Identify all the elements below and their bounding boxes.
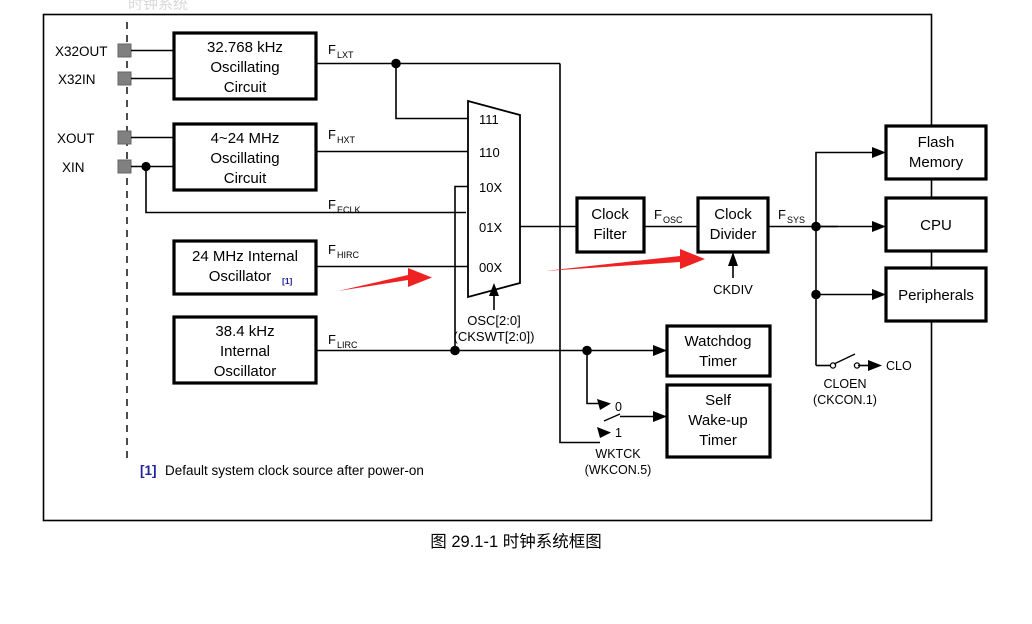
signal-sub-fosc: OSC (663, 215, 683, 225)
signal-label-flirc: F (328, 332, 336, 347)
mux-input-label-111: 111 (479, 112, 499, 127)
mux-input-label-10x: 10X (479, 180, 502, 195)
block-lxt-line-2: Circuit (224, 79, 267, 96)
arrowhead-selfwake (653, 411, 667, 422)
wire-flirc-to-mux10x (454, 185, 468, 351)
pin-label-x32in: X32IN (58, 72, 96, 87)
signal-label-fosc: F (654, 207, 662, 222)
clo-switch-blade (833, 353, 856, 365)
block-watchdog-line-0: Watchdog (685, 333, 752, 350)
wire-flxt-to-mux111 (395, 63, 468, 120)
block-hirc-line-1: Oscillator (209, 268, 272, 285)
clo-output-label: CLO (886, 359, 912, 373)
wktck-input-1-label: 1 (615, 426, 622, 440)
mux-input-label-00x: 00X (479, 260, 502, 275)
block-selfwake-line-1: Wake-up (688, 412, 747, 429)
block-clock-filter-line-0: Clock (591, 206, 629, 223)
block-selfwake-line-0: Self (705, 392, 732, 409)
block-lxt-line-1: Oscillating (210, 59, 279, 76)
signal-sub-flirc: LIRC (337, 340, 358, 350)
signal-label-feclk: F (328, 197, 336, 212)
signal-label-fhirc: F (328, 242, 336, 257)
arrowhead-clo (868, 360, 882, 371)
mux-input-label-01x: 01X (479, 220, 502, 235)
block-clock-divider-line-1: Divider (710, 226, 757, 243)
block-hirc-line-0: 24 MHz Internal (192, 248, 298, 265)
footnote-marker-hirc: [1] (282, 276, 293, 286)
signal-sub-fhxt: HXT (337, 135, 356, 145)
block-cpu-line-0: CPU (920, 217, 952, 234)
arrowhead-flash (872, 147, 886, 158)
arrowhead-cpu (872, 221, 886, 232)
wktck-register: (WKCON.5) (585, 463, 652, 477)
ckdiv-control-label: CKDIV (713, 282, 753, 297)
signal-sub-fsys: SYS (787, 215, 805, 225)
block-flash-line-0: Flash (918, 134, 955, 151)
mux-control-label: OSC[2:0] (467, 313, 520, 328)
block-peripherals-line-0: Peripherals (898, 287, 974, 304)
pin-square-xin (117, 159, 132, 174)
footnote-marker: [1] (140, 463, 157, 478)
block-lirc-line-1: Internal (220, 343, 270, 360)
pin-square-xout (117, 130, 132, 145)
signal-label-flxt: F (328, 42, 336, 57)
arrowhead-ckdiv-control (728, 252, 738, 266)
block-hxt-line-1: Oscillating (210, 150, 279, 167)
wktck-switch-blade (603, 413, 621, 422)
diagram-page: 时钟系统 X32OUT X32IN XOUT XIN 32.768 kHz Os… (0, 0, 1032, 624)
arrowhead-peripherals (872, 289, 886, 300)
block-clock-divider-line-0: Clock (714, 206, 752, 223)
signal-label-fsys: F (778, 207, 786, 222)
block-hxt-line-2: Circuit (224, 170, 267, 187)
block-watchdog-line-1: Timer (699, 353, 737, 370)
footnote-text: Default system clock source after power-… (165, 463, 424, 478)
block-lirc-line-2: Oscillator (214, 363, 277, 380)
mux-control-register: (CKSWT[2:0]) (454, 329, 535, 344)
mux-input-label-110: 110 (479, 145, 500, 160)
block-selfwake-line-2: Timer (699, 432, 737, 449)
arrowhead-wktck-0 (597, 399, 611, 410)
cloen-register: (CKCON.1) (813, 393, 877, 407)
figure-caption: 图 29.1-1 时钟系统框图 (430, 533, 602, 551)
arrowhead-wktck-1 (597, 427, 611, 438)
pin-label-xout: XOUT (57, 131, 95, 146)
wire-fsys-to-flash (815, 151, 877, 227)
signal-label-fhxt: F (328, 127, 336, 142)
cloen-label: CLOEN (823, 377, 866, 391)
wire-flirc-to-wktck0 (586, 350, 600, 405)
signal-sub-feclk: ECLK (337, 205, 361, 215)
pin-square-x32in (117, 71, 132, 86)
block-clock-filter-line-1: Filter (593, 226, 626, 243)
block-lirc-line-0: 38.4 kHz (215, 323, 274, 340)
wktck-label: WKTCK (595, 447, 641, 461)
red-annotation-arrow-left (338, 268, 432, 291)
wktck-input-0-label: 0 (615, 400, 622, 414)
pin-square-x32out (117, 43, 132, 58)
block-flash-line-1: Memory (909, 154, 964, 171)
arrowhead-watchdog (653, 345, 667, 356)
pin-label-xin: XIN (62, 160, 85, 175)
pin-label-x32out: X32OUT (55, 44, 108, 59)
block-hxt-line-0: 4~24 MHz (211, 130, 280, 147)
block-lxt-line-0: 32.768 kHz (207, 39, 283, 56)
signal-sub-flxt: LXT (337, 50, 354, 60)
signal-sub-fhirc: HIRC (337, 250, 359, 260)
